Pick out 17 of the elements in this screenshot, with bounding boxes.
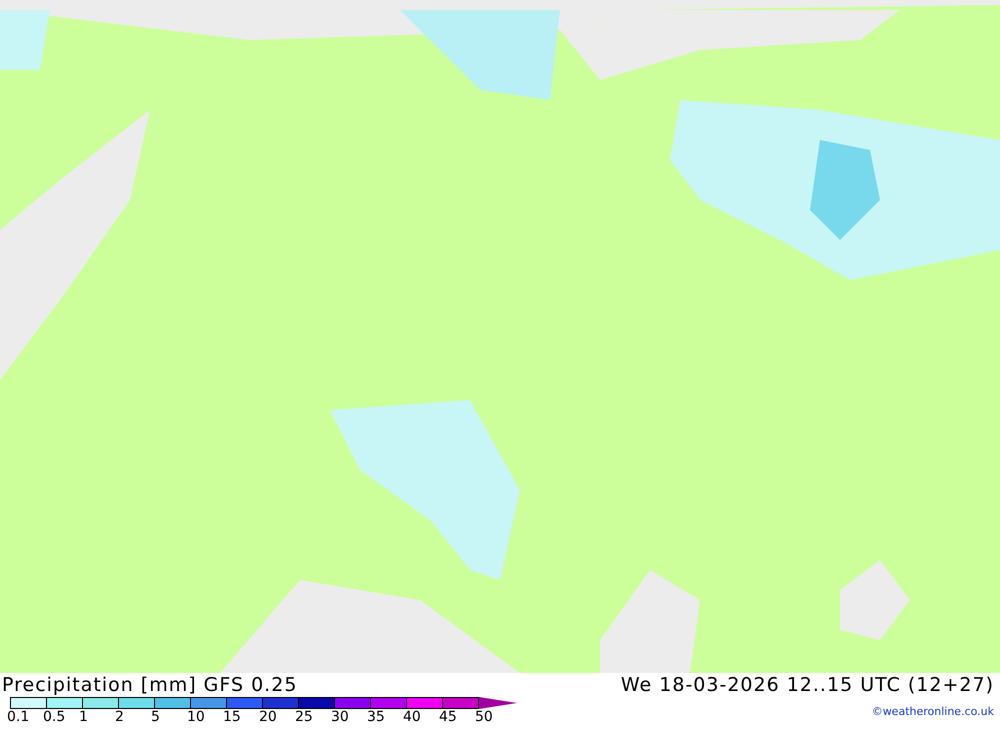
legend-label: 20 [259,709,278,725]
legend-label: 15 [223,709,242,725]
legend-label: 40 [403,709,422,725]
legend-label: 2 [115,709,125,725]
legend-label: 0.5 [43,709,66,725]
legend-label: 35 [367,709,386,725]
legend-label: 0.1 [7,709,30,725]
legend-label: 30 [331,709,350,725]
forecast-datetime: We 18-03-2026 12..15 UTC (12+27) [620,673,994,697]
legend-label: 45 [439,709,458,725]
credit-link[interactable]: ©weatheronline.co.uk [872,705,994,718]
legend-label: 1 [79,709,89,725]
legend-label: 50 [475,709,494,725]
legend-label: 5 [151,709,161,725]
legend-label: 10 [187,709,206,725]
map-title: Precipitation [mm] GFS 0.25 [2,673,298,697]
legend-label: 25 [295,709,314,725]
